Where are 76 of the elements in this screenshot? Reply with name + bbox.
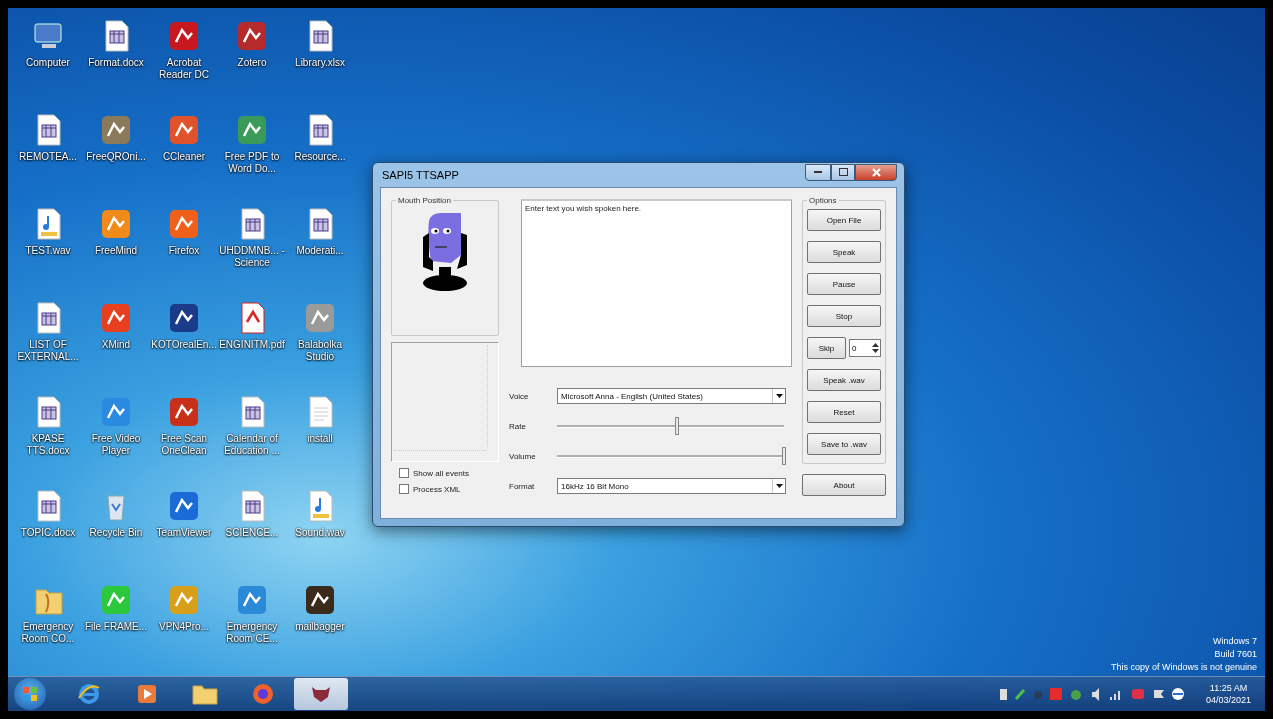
desktop-icon-label[interactable]: LIST OF EXTERNAL... <box>15 339 81 363</box>
desktop-icon-label[interactable]: TOPIC.docx <box>15 527 81 539</box>
desktop-icon-label[interactable]: Acrobat Reader DC <box>151 57 217 81</box>
checkbox-box[interactable] <box>399 468 409 478</box>
close-icon <box>871 167 881 177</box>
checkbox-label: Process XML <box>413 484 461 494</box>
desktop-icon-label[interactable]: File FRAME... <box>83 621 149 633</box>
taskbar-button[interactable] <box>294 678 348 710</box>
slider-thumb[interactable] <box>675 417 680 435</box>
checkbox[interactable]: Show all events <box>391 468 499 478</box>
character-head-icon <box>310 685 332 703</box>
clock-time: 11:25 AM <box>1209 682 1248 694</box>
group-title: Options <box>808 196 838 205</box>
desktop-icon-label[interactable]: KPASE TTS.docx <box>15 433 81 457</box>
dialog-button[interactable]: Speak .wav <box>807 369 881 391</box>
desktop-icon-label[interactable]: REMOTEA... <box>15 151 81 163</box>
dialog-button[interactable]: Save to .wav <box>807 433 881 455</box>
desktop-icon-label[interactable]: CCleaner <box>151 151 217 163</box>
notice-text: Windows 7 <box>1213 636 1257 647</box>
checkbox[interactable]: Process XML <box>391 484 499 494</box>
field-label: Volume <box>509 451 537 461</box>
checkbox-box[interactable] <box>399 484 409 494</box>
group-title: Mouth Position <box>397 196 452 205</box>
window-title: SAPI5 TTSAPP <box>381 169 460 181</box>
desktop-icon-label[interactable]: Resource... <box>287 151 353 163</box>
maximize-icon <box>838 168 848 176</box>
maximize-button[interactable] <box>831 163 855 181</box>
desktop-icon-label[interactable]: Free Video Player <box>83 433 149 457</box>
desktop-icon-label[interactable]: Format.docx <box>83 57 149 69</box>
desktop-icon-label[interactable]: ENGINITM.pdf <box>219 339 285 351</box>
start-button[interactable] <box>14 678 46 710</box>
desktop-icon-label[interactable]: Balabolka Studio <box>287 339 353 363</box>
desktop-icon-label[interactable]: TEST.wav <box>15 245 81 257</box>
slider-thumb[interactable] <box>782 447 786 465</box>
dropdown-arrow-icon <box>775 394 783 398</box>
voice-dropdown[interactable]: Microsoft Anna - English (United States) <box>557 388 786 404</box>
skip-count-spinner[interactable]: 0 <box>849 339 881 357</box>
notice-text: Build 7601 <box>1214 649 1257 660</box>
spin-arrows-icon <box>871 341 880 355</box>
desktop-icon-label[interactable]: XMind <box>83 339 149 351</box>
format-dropdown[interactable]: 16kHz 16 Bit Mono <box>557 478 786 494</box>
checkbox-label: Show all events <box>413 468 470 478</box>
skip-button[interactable]: Skip <box>807 337 846 359</box>
folder-icon <box>192 683 218 705</box>
desktop-icon-label[interactable]: Moderati... <box>287 245 353 257</box>
desktop-icon-label[interactable]: Emergency Room CO... <box>15 621 81 645</box>
dialog-button[interactable]: Speak <box>807 241 881 263</box>
desktop-icon-label[interactable]: Zotero <box>219 57 285 69</box>
clock-date: 04/03/2021 <box>1205 694 1251 706</box>
field-label: Format <box>509 481 536 491</box>
field-label: Voice <box>509 391 530 401</box>
field-label: Rate <box>509 421 527 431</box>
desktop-icon-label[interactable]: UHDDMNB... -Science <box>219 245 285 269</box>
desktop-icon-label[interactable]: Firefox <box>151 245 217 257</box>
notice-text: This copy of Windows is not genuine <box>1110 662 1257 673</box>
desktop-icon-label[interactable]: KOTOrealEn... <box>151 339 217 351</box>
about-button[interactable]: About <box>802 474 886 496</box>
dialog-button[interactable]: Pause <box>807 273 881 295</box>
play-icon <box>137 684 157 704</box>
minimize-button[interactable] <box>805 163 831 181</box>
desktop-icon-label[interactable]: Computer <box>15 57 81 69</box>
text-input-field[interactable]: Enter text you wish spoken here. <box>521 199 792 367</box>
clock[interactable]: 11:25 AM 04/03/2021 <box>1205 682 1251 706</box>
dialog-button[interactable]: Open File <box>807 209 881 231</box>
desktop-icon-label[interactable]: FreeQROni... <box>83 151 149 163</box>
windows-logo-icon <box>22 686 38 702</box>
dialog-button[interactable]: Stop <box>807 305 881 327</box>
desktop-icon-label[interactable]: Library.xlsx <box>287 57 353 69</box>
dropdown-arrow-icon <box>775 484 783 488</box>
minimize-icon <box>814 171 822 173</box>
desktop-icon-label[interactable]: Free PDF to Word Do... <box>219 151 285 175</box>
dialog-button[interactable]: Reset <box>807 401 881 423</box>
desktop-icon-label[interactable]: Free Scan OneClean <box>151 433 217 457</box>
close-button[interactable] <box>855 163 897 181</box>
browser-e-icon <box>77 682 101 706</box>
desktop-icon-label[interactable]: FreeMind <box>83 245 149 257</box>
